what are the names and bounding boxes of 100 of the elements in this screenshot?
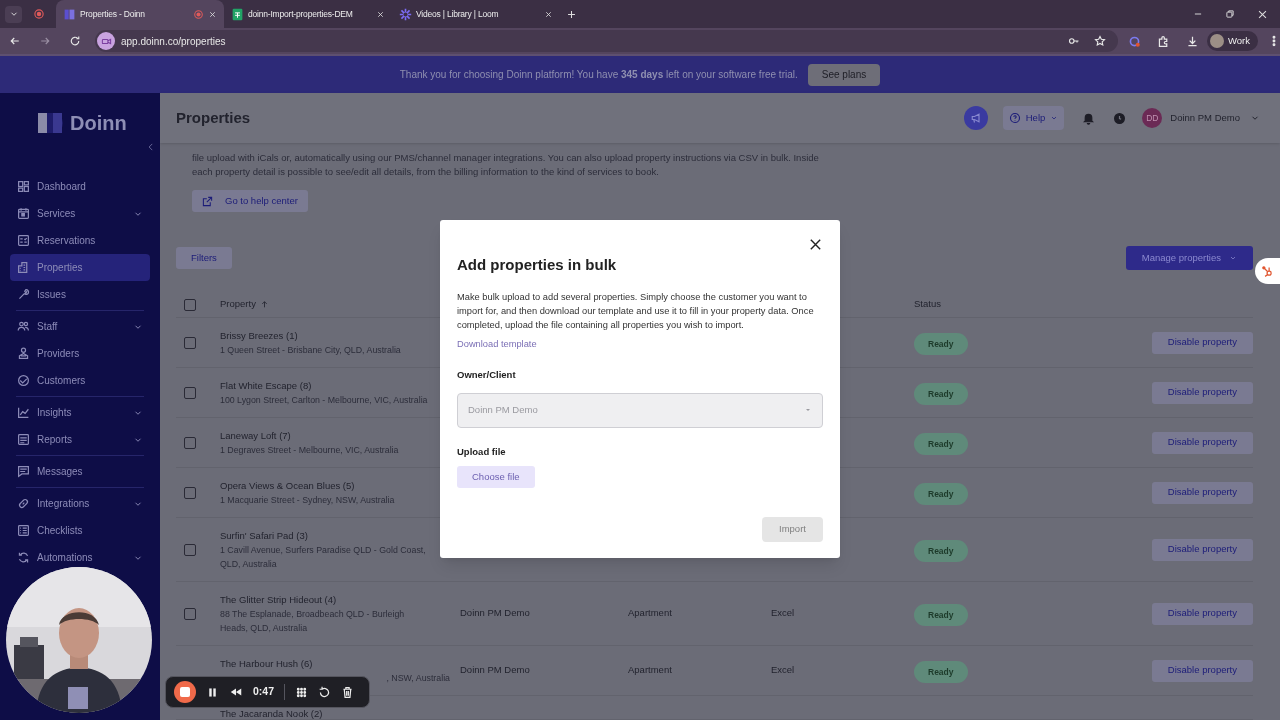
row-checkbox[interactable] (184, 298, 196, 311)
row-checkbox[interactable] (184, 543, 196, 556)
disable-property-button[interactable]: Disable property (1151, 659, 1253, 682)
browser-tab[interactable]: doinn-Import-properties-DEM (224, 0, 392, 28)
extension-badge-icon (1128, 34, 1141, 48)
clock-icon (1113, 111, 1127, 125)
new-tab-button[interactable] (566, 8, 577, 20)
disable-property-button[interactable]: Disable property (1151, 602, 1253, 625)
sidebar-item[interactable]: Reports (10, 426, 150, 453)
disable-property-button[interactable]: Disable property (1151, 431, 1253, 454)
browser-tab[interactable]: Videos | Library | Loom (392, 0, 560, 28)
see-plans-button[interactable]: See plans (807, 63, 881, 86)
external-link-icon (202, 195, 213, 207)
collapse-button[interactable] (146, 142, 156, 152)
document-icon (17, 433, 30, 446)
table-cell-text: Excel (771, 663, 796, 678)
sidebar-item[interactable]: Reservations (10, 227, 150, 254)
row-checkbox[interactable] (184, 486, 196, 499)
puzzle-icon (1157, 34, 1170, 48)
help-center-button[interactable]: Go to help center (192, 190, 308, 212)
row-checkbox[interactable] (184, 607, 196, 620)
sidebar-item[interactable]: Messages (10, 458, 150, 485)
sidebar-item[interactable]: Staff (10, 313, 150, 340)
download-template-link[interactable]: Download template (457, 337, 537, 352)
sidebar-item[interactable]: Issues (10, 281, 150, 308)
calendar-icon (17, 207, 30, 220)
key-icon (1068, 35, 1080, 47)
person-icon (17, 347, 30, 360)
property-name[interactable]: The Harbour Hush (6) (220, 656, 450, 671)
user-name[interactable]: Doinn PM Demo (1170, 110, 1240, 126)
status-tag: Ready (914, 539, 968, 563)
back-icon (9, 35, 21, 47)
chevron-left-icon (146, 142, 156, 152)
recording-time: 0:47 (253, 684, 274, 700)
trial-message: Thank you for choosing Doinn platform! You have 345 days left on your software free trial. (399, 68, 798, 82)
property-name[interactable]: The Jacaranda Nook (2) (220, 708, 450, 719)
link-icon (17, 497, 30, 510)
table-cell-text: Excel (771, 606, 796, 621)
close-icon (808, 237, 823, 252)
refresh-icon (17, 551, 30, 564)
question-circle-icon (1008, 112, 1021, 124)
row-checkbox[interactable] (184, 336, 196, 349)
table-cell-text: Apartment (628, 663, 673, 678)
chevron-down-icon (1229, 254, 1237, 262)
pause-icon (206, 685, 219, 699)
sidebar-item[interactable]: Integrations (10, 490, 150, 517)
disable-property-button[interactable]: Disable property (1151, 381, 1253, 404)
sidebar-item[interactable]: Services (10, 200, 150, 227)
disable-property-button[interactable]: Disable property (1151, 331, 1253, 354)
tab-list-button[interactable] (5, 5, 22, 23)
chat-launcher[interactable] (1255, 258, 1280, 284)
download-icon (1186, 34, 1199, 48)
manage-properties-button[interactable]: Manage properties (1125, 246, 1253, 270)
dashboard-icon (17, 180, 30, 193)
close-button[interactable] (808, 237, 823, 252)
field-label: Owner/Client (457, 368, 517, 383)
modal-description: Make bulk upload to add several properties. Simply choose the customer you want to import for, and then download our template and use it to fill in your property data. Once completed, upload the file containing all properties you wish to import. (457, 290, 815, 332)
sidebar-item[interactable]: Properties (10, 254, 150, 281)
user-avatar[interactable]: DD (1142, 108, 1163, 128)
column-header[interactable]: Status (914, 297, 941, 312)
table-cell-text: Apartment (628, 606, 673, 621)
status-tag: Ready (914, 432, 968, 456)
record-icon (193, 8, 204, 20)
chevron-down-icon (1050, 114, 1059, 122)
status-tag: Ready (914, 482, 968, 506)
row-checkbox[interactable] (184, 436, 196, 449)
announcements-button[interactable] (963, 106, 988, 130)
disable-property-button[interactable]: Disable property (1151, 481, 1253, 504)
sidebar-item[interactable]: Automations (10, 544, 150, 571)
sidebar-item[interactable]: Customers (10, 367, 150, 394)
status-tag: Ready (914, 660, 968, 684)
checklist-icon (17, 524, 30, 537)
star-burst-icon (399, 7, 412, 21)
help-button[interactable]: Help (1002, 106, 1065, 130)
close-icon (376, 9, 385, 19)
restore-icon (1225, 9, 1235, 19)
browser-tab[interactable]: Properties - Doinn (56, 0, 224, 28)
restart-icon (318, 685, 331, 699)
sidebar-item[interactable]: Providers (10, 340, 150, 367)
column-header[interactable]: Property (220, 297, 256, 312)
tab-title: Videos | Library | Loom (416, 7, 500, 21)
close-icon (208, 9, 217, 19)
forward-icon (39, 35, 51, 47)
row-checkbox[interactable] (184, 386, 196, 399)
page-title: Properties (176, 107, 251, 128)
close-icon (544, 9, 553, 19)
address-bar[interactable]: app.doinn.co/properties (95, 30, 1118, 52)
sidebar-item[interactable]: Insights (10, 399, 150, 426)
status-tag: Ready (914, 382, 968, 406)
property-name[interactable]: The Glitter Strip Hideout (4) (220, 592, 450, 607)
disable-property-button[interactable]: Disable property (1151, 538, 1253, 561)
people-icon (17, 320, 30, 333)
choose-file-button[interactable]: Choose file (457, 465, 535, 488)
sidebar-item[interactable]: Dashboard (10, 173, 150, 200)
profile-button[interactable]: Work (1207, 31, 1258, 51)
tab-title: doinn-Import-properties-DEM (248, 7, 354, 21)
filters-button[interactable]: Filters (176, 247, 232, 269)
sidebar-item[interactable]: Checklists (10, 517, 150, 544)
stop-button[interactable] (174, 681, 196, 703)
star-icon (1094, 35, 1106, 47)
